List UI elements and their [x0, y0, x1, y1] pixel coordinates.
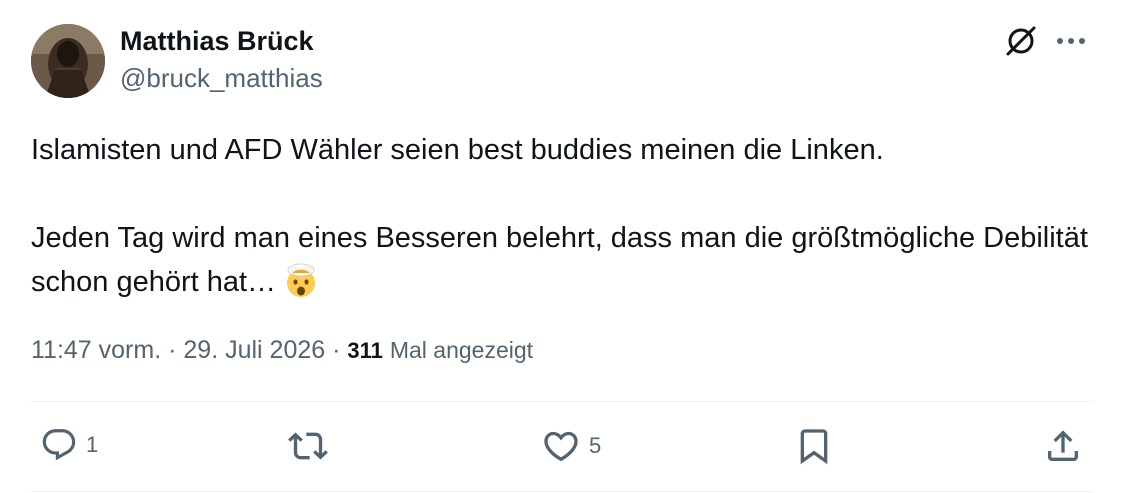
tweet-line-1: Islamisten und AFD Wähler seien best bud…: [31, 134, 884, 166]
bookmark-icon: [800, 429, 828, 465]
tweet-meta: 11:47 vorm. · 29. Juli 2026 · 311 Mal an…: [31, 336, 533, 365]
share-button[interactable]: [1043, 426, 1083, 466]
avatar[interactable]: [31, 24, 105, 98]
tweet-line-2-text: Jeden Tag wird man eines Besseren belehr…: [31, 222, 1088, 298]
tweet-line-2: Jeden Tag wird man eines Besseren belehr…: [31, 216, 1101, 312]
like-button[interactable]: 5: [541, 426, 601, 466]
author-handle[interactable]: @bruck_matthias: [120, 63, 323, 94]
like-count: 5: [589, 433, 602, 458]
heart-icon: [544, 431, 578, 462]
grok-icon[interactable]: [1004, 24, 1038, 58]
reply-count: 1: [86, 432, 99, 457]
bookmark-button[interactable]: [794, 426, 834, 466]
reply-button[interactable]: 1: [40, 426, 98, 464]
divider-bottom: [31, 491, 1093, 492]
views-count: 311: [347, 338, 383, 363]
exploding-head-emoji: [282, 261, 320, 312]
meta-separator: ·: [168, 336, 177, 364]
divider-top: [31, 401, 1093, 402]
tweet-text: Islamisten und AFD Wähler seien best bud…: [31, 128, 1101, 312]
share-icon: [1048, 430, 1078, 461]
more-icon[interactable]: [1056, 36, 1086, 46]
retweet-icon: [288, 432, 328, 460]
views-label: Mal angezeigt: [389, 337, 534, 363]
tweet-date[interactable]: 29. Juli 2026: [183, 336, 325, 364]
tweet-time[interactable]: 11:47 vorm.: [31, 336, 161, 364]
reply-icon: [42, 429, 76, 461]
action-bar: 1 5: [0, 420, 1123, 472]
avatar-image: [31, 24, 105, 98]
meta-separator-2: ·: [332, 336, 341, 364]
author-name[interactable]: Matthias Brück: [120, 26, 314, 57]
retweet-button[interactable]: [288, 426, 328, 466]
